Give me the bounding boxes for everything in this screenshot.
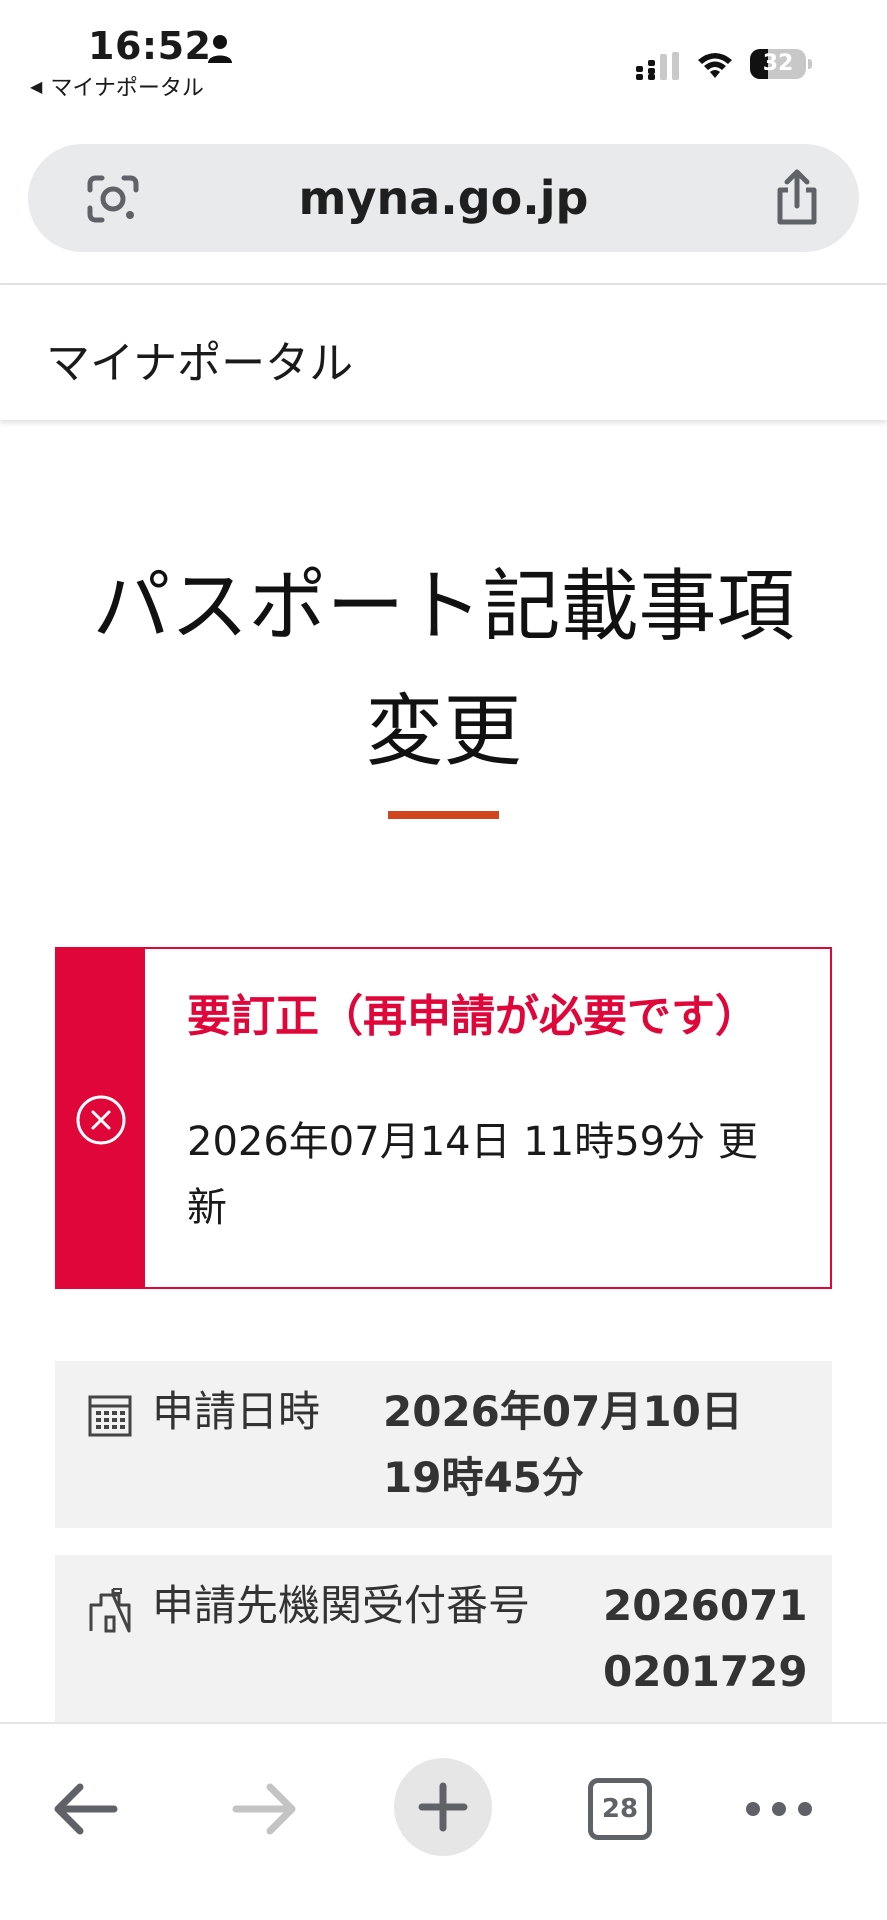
wifi-icon — [698, 53, 732, 78]
person-icon — [208, 35, 232, 63]
back-arrow-icon[interactable] — [50, 1779, 120, 1839]
building-icon — [89, 1588, 131, 1633]
tabs-icon[interactable]: 28 — [588, 1778, 652, 1840]
site-title[interactable]: マイナポータル — [46, 327, 353, 391]
url-text[interactable]: myna.go.jp — [28, 144, 859, 252]
status-bar: 16:52 ◀ マイナポータル 32 — [0, 0, 887, 110]
alert-updated-time: 2026年07月14日 11時59分 更新 — [187, 1119, 758, 1231]
application-datetime-label: 申請日時 — [152, 1387, 321, 1436]
page-title-line1: パスポート記載事項 — [92, 562, 795, 652]
screen: 16:52 ◀ マイナポータル 32 myna.go.jp マイナポータル パス… — [0, 0, 887, 1920]
back-app-label: マイナポータル — [50, 76, 204, 101]
calendar-icon — [88, 1395, 132, 1437]
share-icon[interactable] — [770, 168, 824, 228]
tabs-count: 28 — [601, 1794, 639, 1824]
title-underline — [388, 811, 499, 819]
battery-icon: 32 — [750, 49, 812, 79]
status-time: 16:52 — [88, 24, 212, 68]
error-circle-x-icon — [76, 1095, 126, 1145]
browser-toolbar: 28 — [0, 1722, 887, 1920]
receipt-number-label: 申請先機関受付番号 — [152, 1581, 531, 1630]
application-datetime-value: 2026年07月10日 19時45分 — [383, 1387, 743, 1502]
battery-tip — [808, 59, 812, 69]
back-triangle-icon: ◀ — [30, 76, 43, 96]
receipt-number-value: 20260710201729 — [603, 1581, 808, 1696]
receipt-number-row: 申請先機関受付番号 20260710201729 — [55, 1555, 832, 1725]
battery-body: 32 — [750, 49, 806, 79]
back-to-app-link[interactable]: ◀ マイナポータル — [30, 70, 204, 102]
site-header: マイナポータル — [0, 285, 887, 420]
address-bar[interactable]: myna.go.jp — [28, 144, 859, 252]
more-icon[interactable] — [744, 1794, 814, 1824]
alert-stripe — [57, 949, 145, 1287]
page-title: パスポート記載事項 変更 — [40, 545, 847, 795]
new-tab-button[interactable] — [394, 1758, 492, 1856]
forward-arrow-icon[interactable] — [230, 1779, 300, 1839]
new-tab-plus-icon — [418, 1782, 468, 1832]
cellular-signal-icon — [636, 52, 679, 80]
alert-title: 要訂正（再申請が必要です） — [187, 991, 759, 1042]
battery-level: 32 — [762, 51, 794, 76]
status-alert: 要訂正（再申請が必要です） 2026年07月14日 11時59分 更新 — [55, 947, 832, 1289]
application-datetime-row: 申請日時 2026年07月10日 19時45分 — [55, 1361, 832, 1528]
page-title-line2: 変更 — [365, 687, 522, 777]
